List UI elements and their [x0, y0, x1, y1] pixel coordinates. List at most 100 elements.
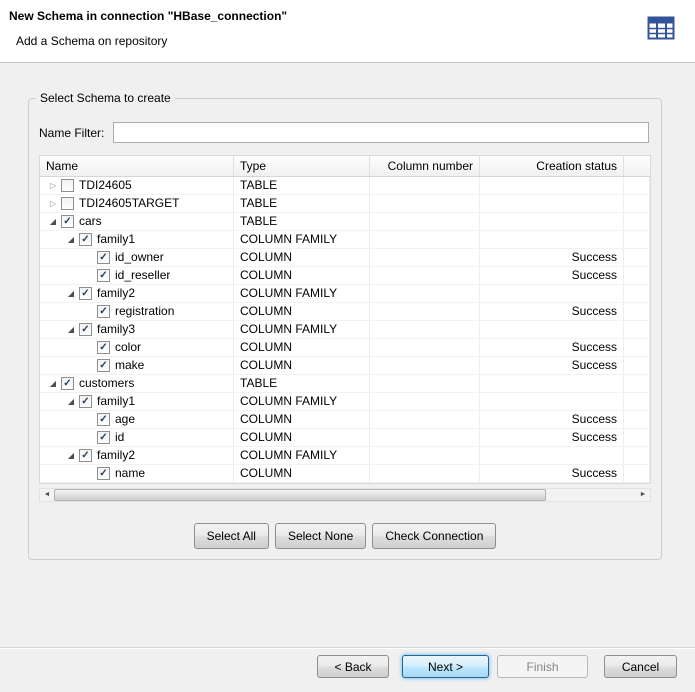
- row-creation-status-cell: [480, 195, 624, 212]
- row-type-cell: COLUMN: [234, 465, 370, 482]
- indent-spacer: [45, 455, 63, 456]
- check-connection-button[interactable]: Check Connection: [372, 523, 496, 549]
- row-checkbox[interactable]: [61, 179, 74, 192]
- group-label: Select Schema to create: [36, 91, 175, 105]
- tree-row[interactable]: ✓ age COLUMN Success: [40, 411, 650, 429]
- name-filter-input[interactable]: [113, 122, 649, 143]
- scrollbar-thumb[interactable]: [54, 489, 546, 501]
- horizontal-scrollbar[interactable]: ◄ ►: [39, 488, 651, 502]
- tree-row[interactable]: ▷ TDI24605 TABLE: [40, 177, 650, 195]
- row-extra-cell: [624, 357, 650, 374]
- select-none-button[interactable]: Select None: [275, 523, 366, 549]
- row-extra-cell: [624, 465, 650, 482]
- tree-row[interactable]: ◢ ✓ family1 COLUMN FAMILY: [40, 231, 650, 249]
- column-header-column-number[interactable]: Column number: [370, 156, 480, 176]
- row-creation-status-cell: Success: [480, 465, 624, 482]
- row-checkbox[interactable]: ✓: [97, 269, 110, 282]
- collapse-icon[interactable]: ◢: [63, 285, 79, 302]
- row-checkbox[interactable]: ✓: [61, 377, 74, 390]
- tree-name-cell: ✓ registration: [40, 303, 234, 320]
- expand-icon[interactable]: ▷: [45, 195, 61, 212]
- row-name-label: family1: [97, 231, 135, 248]
- indent-spacer: [45, 329, 63, 330]
- row-checkbox[interactable]: ✓: [97, 305, 110, 318]
- tree-name-cell: ✓ age: [40, 411, 234, 428]
- tree-row[interactable]: ✓ color COLUMN Success: [40, 339, 650, 357]
- tree-row[interactable]: ◢ ✓ family2 COLUMN FAMILY: [40, 285, 650, 303]
- tree-row[interactable]: ◢ ✓ family2 COLUMN FAMILY: [40, 447, 650, 465]
- row-checkbox[interactable]: ✓: [79, 395, 92, 408]
- row-checkbox[interactable]: ✓: [97, 341, 110, 354]
- row-type-cell: COLUMN: [234, 339, 370, 356]
- tree-row[interactable]: ✓ id COLUMN Success: [40, 429, 650, 447]
- tree-name-cell: ◢ ✓ family1: [40, 231, 234, 248]
- cancel-button[interactable]: Cancel: [604, 655, 677, 678]
- column-header-creation-status[interactable]: Creation status: [480, 156, 624, 176]
- row-extra-cell: [624, 303, 650, 320]
- collapse-icon[interactable]: ◢: [45, 375, 61, 392]
- collapse-icon[interactable]: ◢: [63, 393, 79, 410]
- row-name-label: TDI24605: [79, 177, 132, 194]
- row-checkbox[interactable]: ✓: [97, 431, 110, 444]
- table-grid-icon: [647, 15, 675, 41]
- row-column-number-cell: [370, 339, 480, 356]
- row-type-cell: COLUMN: [234, 411, 370, 428]
- tree-row[interactable]: ✓ registration COLUMN Success: [40, 303, 650, 321]
- row-extra-cell: [624, 393, 650, 410]
- tree-body: ▷ TDI24605 TABLE ▷ TDI24605TARGET TABLE …: [40, 177, 650, 483]
- scroll-left-icon[interactable]: ◄: [40, 489, 54, 501]
- row-extra-cell: [624, 447, 650, 464]
- row-extra-cell: [624, 285, 650, 302]
- row-name-label: TDI24605TARGET: [79, 195, 179, 212]
- scroll-right-icon[interactable]: ►: [636, 489, 650, 501]
- tree-name-cell: ◢ ✓ family2: [40, 285, 234, 302]
- collapse-icon[interactable]: ◢: [63, 321, 79, 338]
- row-checkbox[interactable]: ✓: [97, 359, 110, 372]
- collapse-icon[interactable]: ◢: [63, 447, 79, 464]
- footer-separator: [0, 647, 695, 649]
- row-column-number-cell: [370, 357, 480, 374]
- row-type-cell: COLUMN FAMILY: [234, 285, 370, 302]
- row-column-number-cell: [370, 393, 480, 410]
- row-type-cell: COLUMN: [234, 249, 370, 266]
- row-extra-cell: [624, 321, 650, 338]
- next-button[interactable]: Next >: [402, 655, 489, 678]
- tree-row[interactable]: ◢ ✓ cars TABLE: [40, 213, 650, 231]
- column-header-name[interactable]: Name: [40, 156, 234, 176]
- tree-row[interactable]: ◢ ✓ customers TABLE: [40, 375, 650, 393]
- select-all-button[interactable]: Select All: [194, 523, 269, 549]
- row-checkbox[interactable]: ✓: [97, 413, 110, 426]
- row-name-label: id: [115, 429, 124, 446]
- column-header-type[interactable]: Type: [234, 156, 370, 176]
- row-column-number-cell: [370, 231, 480, 248]
- tree-row[interactable]: ✓ name COLUMN Success: [40, 465, 650, 483]
- row-name-label: family2: [97, 447, 135, 464]
- row-checkbox[interactable]: ✓: [79, 323, 92, 336]
- row-creation-status-cell: [480, 177, 624, 194]
- column-header-extra: [624, 156, 650, 176]
- tree-row[interactable]: ✓ id_owner COLUMN Success: [40, 249, 650, 267]
- collapse-icon[interactable]: ◢: [45, 213, 61, 230]
- expand-icon[interactable]: ▷: [45, 177, 61, 194]
- row-checkbox[interactable]: ✓: [79, 449, 92, 462]
- tree-row[interactable]: ✓ make COLUMN Success: [40, 357, 650, 375]
- collapse-icon[interactable]: ◢: [63, 231, 79, 248]
- tree-row[interactable]: ◢ ✓ family1 COLUMN FAMILY: [40, 393, 650, 411]
- row-extra-cell: [624, 429, 650, 446]
- row-name-label: id_owner: [115, 249, 164, 266]
- row-checkbox[interactable]: [61, 197, 74, 210]
- back-button[interactable]: < Back: [317, 655, 389, 678]
- row-checkbox[interactable]: ✓: [61, 215, 74, 228]
- tree-row[interactable]: ▷ TDI24605TARGET TABLE: [40, 195, 650, 213]
- tree-row[interactable]: ◢ ✓ family3 COLUMN FAMILY: [40, 321, 650, 339]
- row-checkbox[interactable]: ✓: [97, 467, 110, 480]
- row-name-label: customers: [79, 375, 134, 392]
- row-column-number-cell: [370, 375, 480, 392]
- row-checkbox[interactable]: ✓: [97, 251, 110, 264]
- row-creation-status-cell: Success: [480, 249, 624, 266]
- row-checkbox[interactable]: ✓: [79, 233, 92, 246]
- tree-row[interactable]: ✓ id_reseller COLUMN Success: [40, 267, 650, 285]
- row-column-number-cell: [370, 285, 480, 302]
- wizard-header: New Schema in connection "HBase_connecti…: [0, 0, 695, 63]
- row-checkbox[interactable]: ✓: [79, 287, 92, 300]
